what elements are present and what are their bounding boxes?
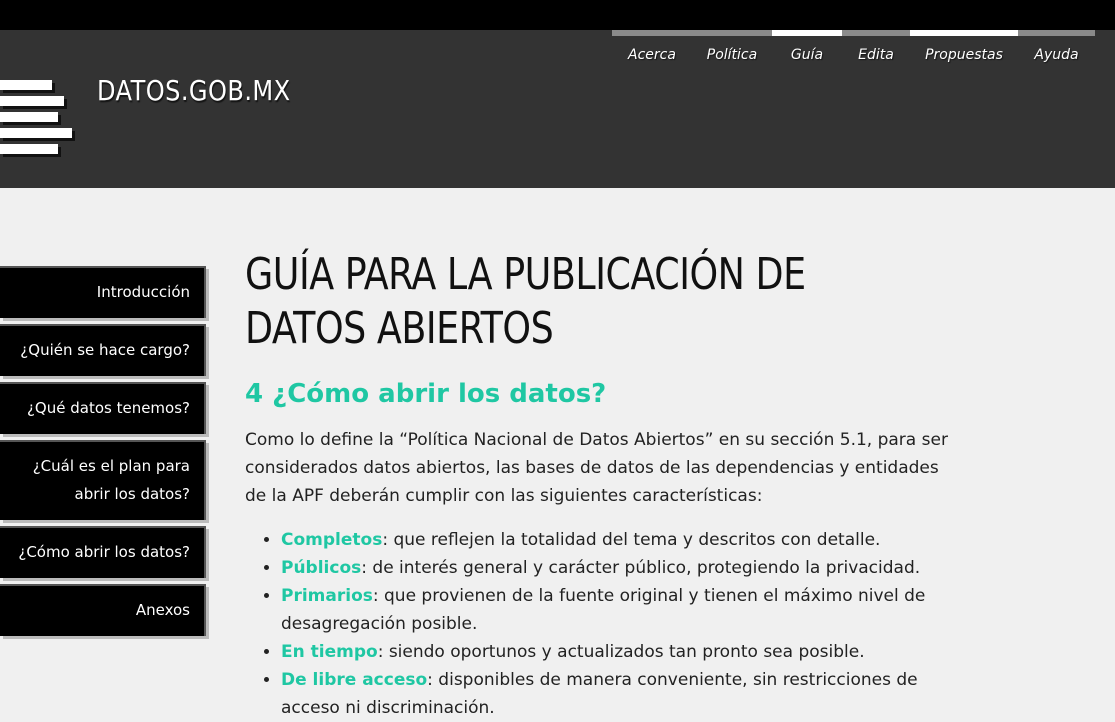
nav-item-politica[interactable]: Política <box>692 30 772 90</box>
section-heading: 4 ¿Cómo abrir los datos? <box>245 379 607 409</box>
feature-term: Completos <box>281 530 383 550</box>
page-title: GUÍA PARA LA PUBLICACIÓN DE DATOS ABIERT… <box>245 249 806 354</box>
sidebar-item-label: ¿Cómo abrir los datos? <box>18 543 190 561</box>
nav-item-label: Acerca <box>628 47 676 63</box>
feature-term: Primarios <box>281 586 373 606</box>
sidebar-item-plan[interactable]: ¿Cuál es el plan para abrir los datos? <box>0 440 206 520</box>
list-item: Completos: que reflejen la totalidad del… <box>281 526 975 554</box>
main-content: GUÍA PARA LA PUBLICACIÓN DE DATOS ABIERT… <box>245 248 975 722</box>
feature-term: Públicos <box>281 558 362 578</box>
site-header: DATOS.GOB.MX Acerca Política Guía Edita … <box>0 30 1115 188</box>
nav-item-label: Guía <box>790 47 824 63</box>
feature-desc: : siendo oportunos y actualizados tan pr… <box>377 642 865 662</box>
top-bar <box>0 0 1115 30</box>
nav-item-label: Ayuda <box>1034 47 1079 63</box>
list-item: Primarios: que provienen de la fuente or… <box>281 582 975 638</box>
list-item: De libre acceso: disponibles de manera c… <box>281 666 975 722</box>
site-title[interactable]: DATOS.GOB.MX <box>97 74 291 107</box>
feature-term: En tiempo <box>281 642 378 662</box>
nav-item-edita[interactable]: Edita <box>842 30 910 90</box>
nav-item-acerca[interactable]: Acerca <box>612 30 692 90</box>
sidebar-item-label: ¿Cuál es el plan para abrir los datos? <box>32 457 190 503</box>
stacked-bars-logo-icon[interactable] <box>0 80 80 160</box>
sidebar-item-label: Anexos <box>135 601 190 619</box>
nav-item-label: Política <box>706 47 758 63</box>
nav-item-label: Edita <box>858 47 894 63</box>
feature-term: De libre acceso <box>281 670 428 690</box>
feature-desc: : que provienen de la fuente original y … <box>281 586 926 634</box>
nav-item-propuestas[interactable]: Propuestas <box>910 30 1018 90</box>
sidebar-item-anexos[interactable]: Anexos <box>0 584 206 636</box>
list-item: Públicos: de interés general y carácter … <box>281 554 975 582</box>
main-nav: Acerca Política Guía Edita Propuestas Ay… <box>612 30 1095 90</box>
nav-item-label: Propuestas <box>925 47 1003 63</box>
intro-paragraph: Como lo define la “Política Nacional de … <box>245 430 948 506</box>
list-item: En tiempo: siendo oportunos y actualizad… <box>281 638 975 666</box>
sidebar-item-introduccion[interactable]: Introducción <box>0 266 206 318</box>
nav-item-ayuda[interactable]: Ayuda <box>1018 30 1095 90</box>
sidebar-item-label: ¿Qué datos tenemos? <box>26 399 190 417</box>
feature-desc: : de interés general y carácter público,… <box>361 558 921 578</box>
sidebar-item-que-datos[interactable]: ¿Qué datos tenemos? <box>0 382 206 434</box>
nav-item-guia[interactable]: Guía <box>772 30 842 90</box>
sidebar-item-label: ¿Quién se hace cargo? <box>20 341 190 359</box>
features-list: Completos: que reflejen la totalidad del… <box>245 526 975 722</box>
feature-desc: : que reflejen la totalidad del tema y d… <box>382 530 881 550</box>
sidebar-item-label: Introducción <box>96 283 190 301</box>
sidebar-item-como-abrir[interactable]: ¿Cómo abrir los datos? <box>0 526 206 578</box>
sidebar-item-quien[interactable]: ¿Quién se hace cargo? <box>0 324 206 376</box>
